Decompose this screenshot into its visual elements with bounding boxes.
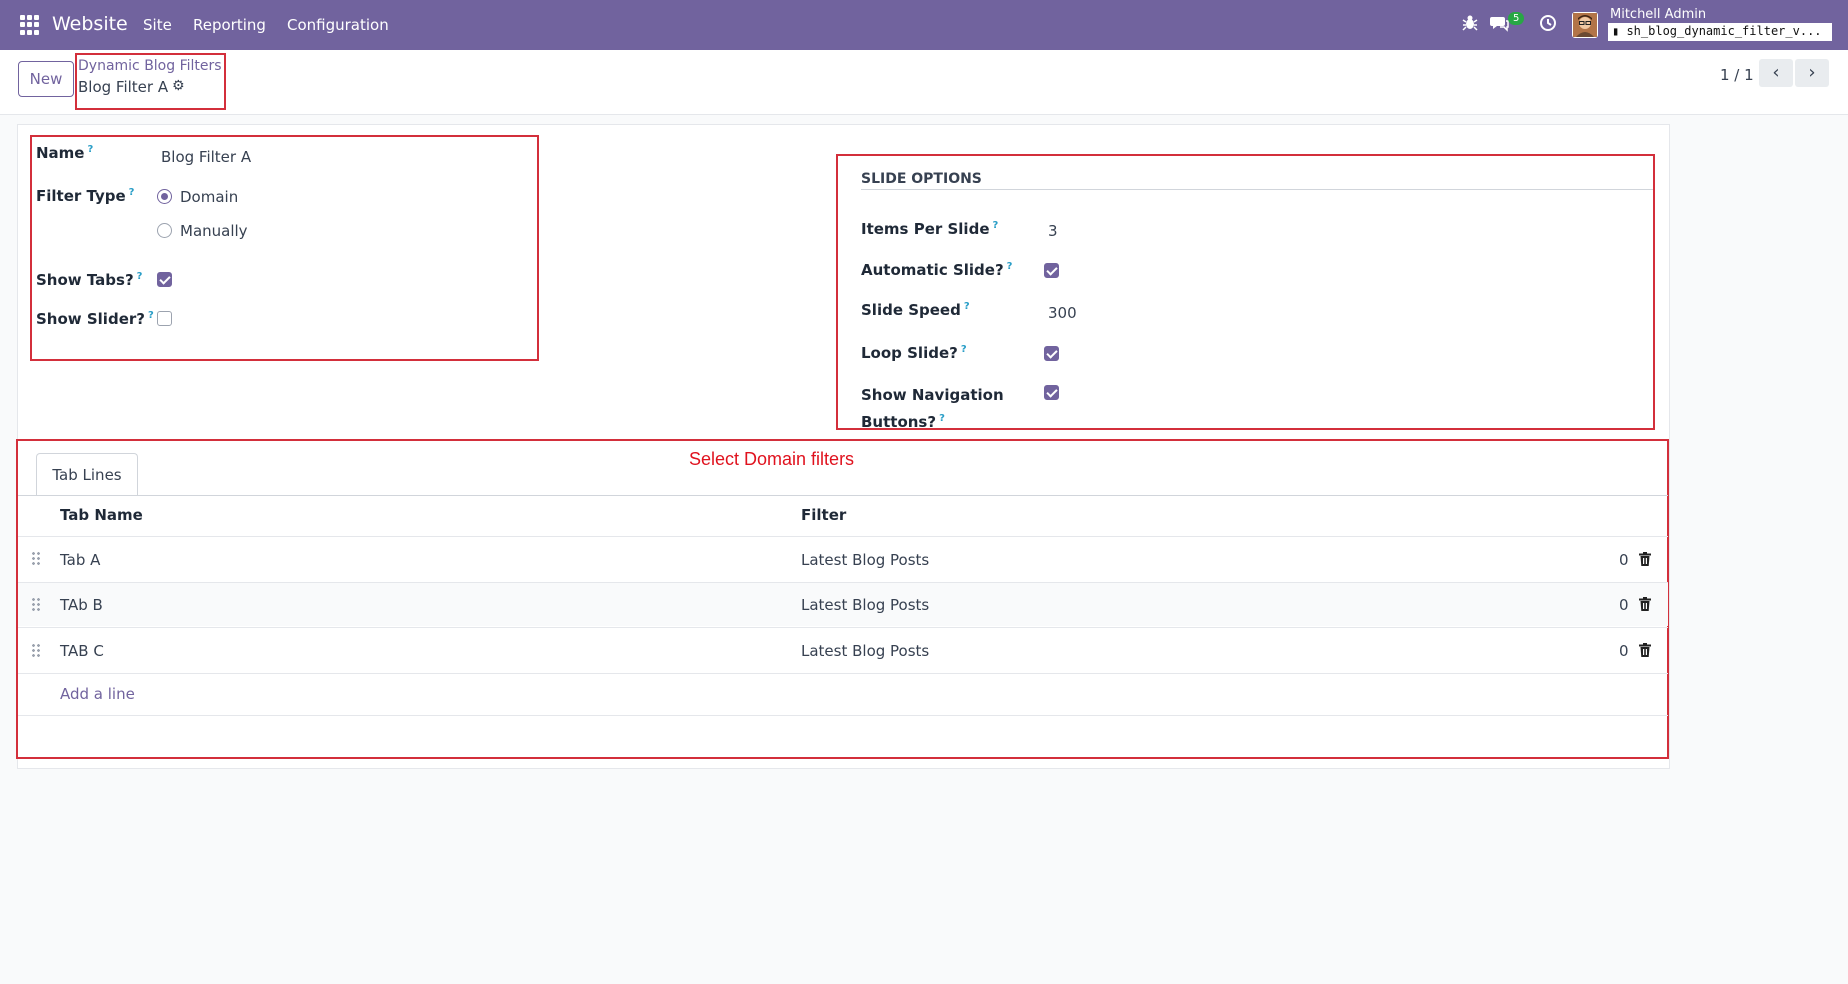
activity-clock-icon[interactable] xyxy=(1539,14,1557,37)
show-slider-checkbox[interactable] xyxy=(157,311,172,326)
menu-reporting[interactable]: Reporting xyxy=(193,16,266,34)
column-header-filter[interactable]: Filter xyxy=(801,506,846,524)
add-line-link[interactable]: Add a line xyxy=(60,685,135,703)
filter-type-domain-label[interactable]: Domain xyxy=(180,188,238,206)
row-divider xyxy=(18,627,1668,628)
apps-menu-icon[interactable] xyxy=(20,15,40,35)
automatic-slide-checkbox[interactable] xyxy=(1044,263,1059,278)
slide-speed-field[interactable]: 300 xyxy=(1048,304,1077,322)
filter-type-label: Filter Type? xyxy=(36,187,135,205)
messages-chat-icon[interactable] xyxy=(1490,14,1510,37)
slide-speed-label: Slide Speed? xyxy=(861,301,970,319)
database-label: sh_blog_dynamic_filter_v... xyxy=(1626,24,1822,38)
database-icon: ▮ xyxy=(1612,24,1627,38)
drag-handle-icon[interactable] xyxy=(31,551,41,565)
show-slider-label: Show Slider?? xyxy=(36,310,154,328)
user-name[interactable]: Mitchell Admin xyxy=(1610,7,1706,22)
row-3-filter[interactable]: Latest Blog Posts xyxy=(801,642,929,660)
tab-divider xyxy=(18,495,1668,496)
control-panel: New Dynamic Blog Filters Blog Filter A ⚙… xyxy=(0,50,1848,115)
column-header-tab-name[interactable]: Tab Name xyxy=(60,506,143,524)
delete-trash-icon[interactable] xyxy=(1639,643,1651,657)
items-per-slide-field[interactable]: 3 xyxy=(1048,222,1058,240)
chevron-left-icon: ‹ xyxy=(1772,62,1780,83)
filter-type-domain-radio[interactable] xyxy=(157,189,172,204)
breadcrumb-current: Blog Filter A xyxy=(78,78,169,96)
slide-options-title: SLIDE OPTIONS xyxy=(861,171,982,187)
header-divider xyxy=(18,536,1668,537)
database-name: ▮ sh_blog_dynamic_filter_v... xyxy=(1608,23,1832,41)
show-navigation-checkbox[interactable] xyxy=(1044,385,1059,400)
chevron-right-icon: › xyxy=(1808,62,1816,83)
loop-slide-label: Loop Slide?? xyxy=(861,344,967,362)
new-button[interactable]: New xyxy=(18,61,74,97)
name-label: Name? xyxy=(36,144,94,162)
filter-type-manually-radio[interactable] xyxy=(157,223,172,238)
delete-trash-icon[interactable] xyxy=(1639,597,1651,611)
menu-site[interactable]: Site xyxy=(143,16,172,34)
row-1-tab-name[interactable]: Tab A xyxy=(60,551,100,569)
breadcrumb-parent[interactable]: Dynamic Blog Filters xyxy=(78,58,222,74)
row-3-tab-name[interactable]: TAB C xyxy=(60,642,104,660)
drag-handle-icon[interactable] xyxy=(31,643,41,657)
messages-count-badge: 5 xyxy=(1508,12,1525,25)
row-divider xyxy=(18,673,1668,674)
app-name[interactable]: Website xyxy=(52,13,128,35)
pager-next-button[interactable]: › xyxy=(1795,59,1829,87)
row-3-count: 0 xyxy=(1619,642,1629,660)
row-2-filter[interactable]: Latest Blog Posts xyxy=(801,596,929,614)
row-2-tab-name[interactable]: TAb B xyxy=(60,596,103,614)
loop-slide-checkbox[interactable] xyxy=(1044,346,1059,361)
row-divider xyxy=(18,715,1668,716)
row-2-count: 0 xyxy=(1619,596,1629,614)
top-navbar: Website Site Reporting Configuration 5 M… xyxy=(0,0,1848,50)
automatic-slide-label: Automatic Slide?? xyxy=(861,261,1013,279)
row-1-filter[interactable]: Latest Blog Posts xyxy=(801,551,929,569)
slide-options-divider xyxy=(861,189,1653,190)
delete-trash-icon[interactable] xyxy=(1639,552,1651,566)
debug-bug-icon[interactable] xyxy=(1462,14,1478,37)
name-field[interactable]: Blog Filter A xyxy=(161,148,251,166)
pager-value[interactable]: 1 / 1 xyxy=(1720,66,1754,84)
show-tabs-checkbox[interactable] xyxy=(157,272,172,287)
pager-previous-button[interactable]: ‹ xyxy=(1759,59,1793,87)
record-actions-gear-icon[interactable]: ⚙ xyxy=(172,78,185,94)
user-avatar[interactable] xyxy=(1572,12,1598,38)
row-divider xyxy=(18,582,1668,583)
row-1-count: 0 xyxy=(1619,551,1629,569)
filter-type-manually-label[interactable]: Manually xyxy=(180,222,248,240)
menu-configuration[interactable]: Configuration xyxy=(287,16,389,34)
items-per-slide-label: Items Per Slide? xyxy=(861,220,999,238)
show-navigation-label: Show Navigation Buttons?? xyxy=(861,386,1004,431)
annotation-text: Select Domain filters xyxy=(689,449,855,469)
tab-lines[interactable]: Tab Lines xyxy=(36,453,138,496)
drag-handle-icon[interactable] xyxy=(31,597,41,611)
show-tabs-label: Show Tabs?? xyxy=(36,271,143,289)
